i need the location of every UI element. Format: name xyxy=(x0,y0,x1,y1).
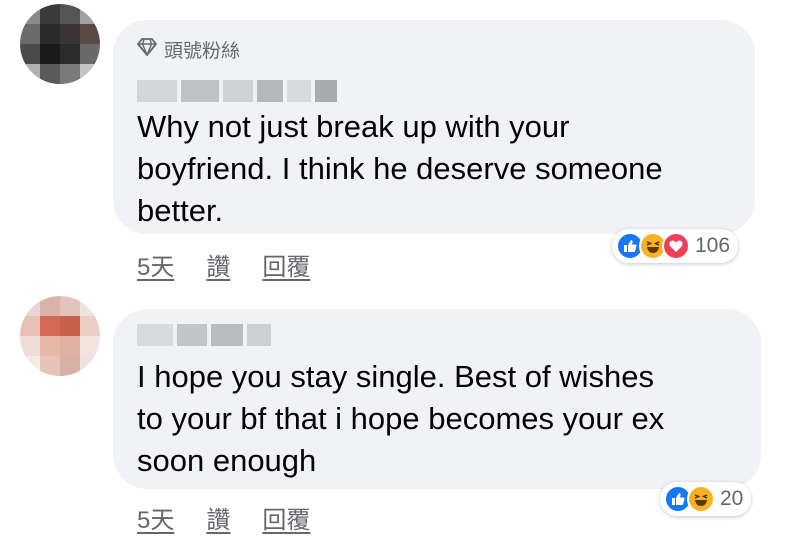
pixelated-avatar-image xyxy=(20,4,100,84)
like-link[interactable]: 讚 xyxy=(206,247,230,282)
reaction-summary[interactable]: 106 xyxy=(612,229,739,263)
pixelated-avatar-image xyxy=(20,296,100,376)
reaction-count: 20 xyxy=(720,487,744,510)
comment-text: I hope you stay single. Best of wishes t… xyxy=(137,359,665,478)
reaction-summary[interactable]: 20 xyxy=(660,482,752,516)
comment-text: Why not just break up with your boyfrien… xyxy=(137,109,663,228)
reply-link[interactable]: 回覆 xyxy=(262,500,310,535)
timestamp-link[interactable]: 5天 xyxy=(137,247,174,282)
haha-icon xyxy=(687,485,715,513)
diamond-icon xyxy=(136,37,158,62)
badge-label: 頭號粉絲 xyxy=(164,41,241,62)
commenter-name-blurred[interactable] xyxy=(137,80,337,102)
like-link[interactable]: 讚 xyxy=(206,500,230,535)
commenter-name-blurred[interactable] xyxy=(137,324,271,346)
love-icon xyxy=(662,232,690,260)
avatar[interactable] xyxy=(20,4,100,84)
reply-link[interactable]: 回覆 xyxy=(262,247,310,282)
reaction-count: 106 xyxy=(695,234,731,257)
comment-actions: 5天 讚 回覆 xyxy=(137,500,310,535)
avatar[interactable] xyxy=(20,296,100,376)
timestamp-link[interactable]: 5天 xyxy=(137,500,174,535)
top-fan-badge: 頭號粉絲 xyxy=(136,36,240,63)
comment-actions: 5天 讚 回覆 xyxy=(137,247,310,282)
